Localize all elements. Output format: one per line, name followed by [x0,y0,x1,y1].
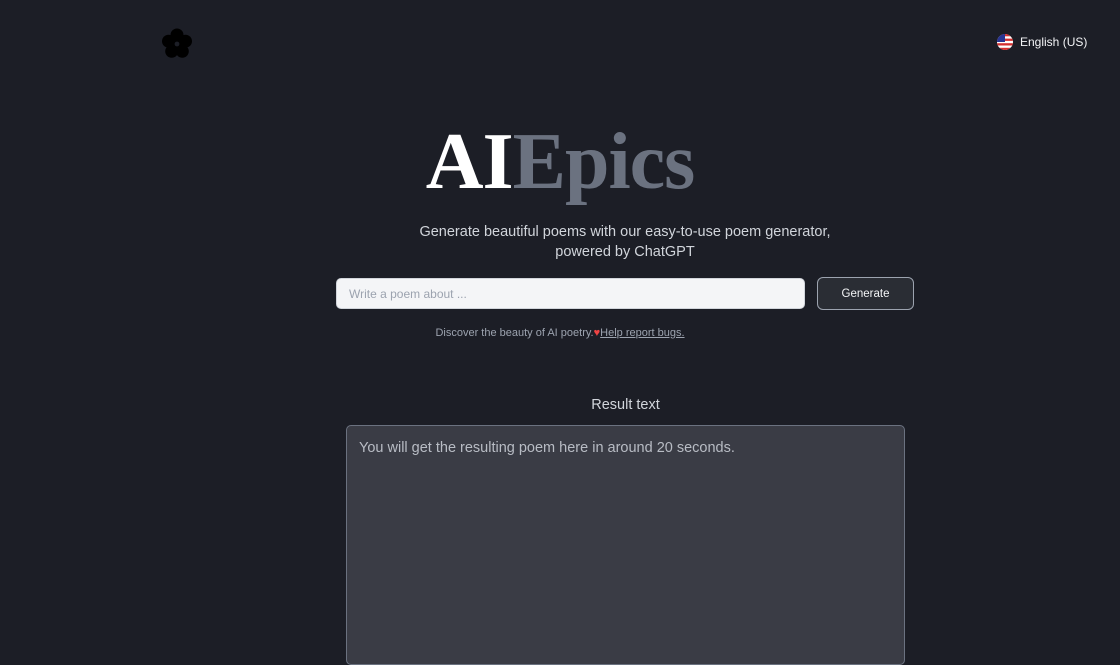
page-title: AIEpics [0,116,1120,208]
poem-topic-input[interactable] [336,278,805,309]
footer-note: Discover the beauty of AI poetry.♥Help r… [0,326,1120,340]
header: English (US) [0,0,1120,86]
language-selector[interactable]: English (US) [997,33,1087,51]
result-textarea[interactable] [346,425,905,665]
flower-icon[interactable] [160,27,194,61]
us-flag-icon [997,34,1013,50]
title-epics: Epics [512,118,696,206]
report-bugs-link[interactable]: Help report bugs. [600,327,684,339]
note-text: Discover the beauty of AI poetry. [435,327,594,339]
language-label: English (US) [1020,35,1088,49]
generate-button[interactable]: Generate [817,277,914,310]
subtitle: Generate beautiful poems with our easy-t… [419,224,831,260]
title-ai: AI [425,118,514,206]
result-heading: Result text [591,397,660,413]
